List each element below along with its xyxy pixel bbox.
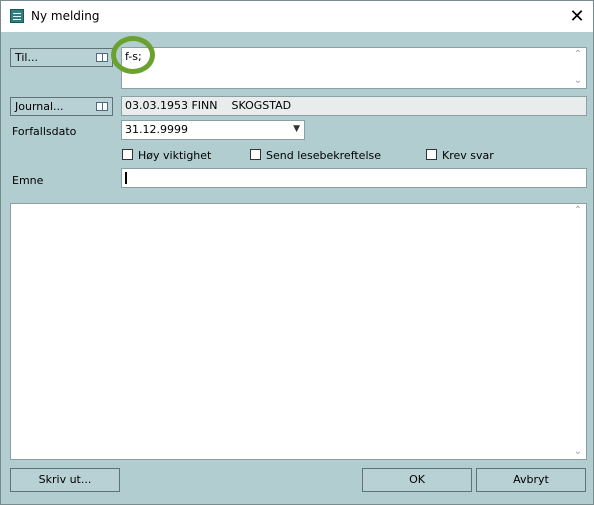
annotation-highlight-circle	[111, 36, 155, 74]
journal-button[interactable]: Journal...	[10, 97, 113, 116]
message-dialog: Ny melding ✕ Til... f-s; ⌃ ⌄ Journal... …	[0, 0, 594, 505]
print-button[interactable]: Skriv ut...	[10, 468, 120, 492]
journal-field-value: 03.03.1953 FINN SKOGSTAD	[125, 99, 292, 112]
due-date-value: 31.12.9999	[125, 123, 188, 136]
scroll-down-icon[interactable]: ⌄	[570, 74, 586, 88]
body-scrollbar[interactable]: ⌃ ⌄	[570, 204, 586, 459]
cancel-button[interactable]: Avbryt	[476, 468, 586, 492]
close-button[interactable]: ✕	[561, 1, 593, 32]
read-receipt-checkbox[interactable]	[250, 149, 261, 160]
require-reply-option[interactable]: Krev svar	[426, 149, 494, 163]
high-importance-option[interactable]: Høy viktighet	[122, 149, 211, 163]
chevron-down-icon[interactable]: ▼	[293, 124, 300, 134]
read-receipt-label: Send lesebekreftelse	[266, 149, 382, 162]
scroll-up-icon[interactable]: ⌃	[570, 48, 586, 62]
title-bar: Ny melding ✕	[1, 1, 593, 32]
app-icon	[10, 9, 24, 23]
scroll-down-icon[interactable]: ⌄	[570, 445, 586, 459]
require-reply-checkbox[interactable]	[426, 149, 437, 160]
to-field-scrollbar[interactable]: ⌃ ⌄	[570, 48, 586, 88]
to-button[interactable]: Til...	[10, 48, 113, 67]
address-book-icon	[96, 53, 108, 62]
high-importance-checkbox[interactable]	[122, 149, 133, 160]
due-date-label: Forfallsdato	[12, 125, 77, 138]
message-body[interactable]: ⌃ ⌄	[10, 203, 587, 460]
to-field[interactable]: f-s; ⌃ ⌄	[121, 47, 587, 89]
scroll-up-icon[interactable]: ⌃	[570, 204, 586, 218]
ok-button[interactable]: OK	[362, 468, 472, 492]
require-reply-label: Krev svar	[442, 149, 494, 162]
read-receipt-option[interactable]: Send lesebekreftelse	[250, 149, 381, 163]
due-date-dropdown[interactable]: 31.12.9999 ▼	[121, 120, 305, 140]
subject-input[interactable]	[121, 168, 587, 188]
high-importance-label: Høy viktighet	[138, 149, 212, 162]
to-button-label: Til...	[15, 51, 38, 64]
text-caret	[125, 172, 127, 184]
subject-label: Emne	[12, 174, 44, 187]
window-title: Ny melding	[31, 9, 100, 23]
journal-book-icon	[96, 102, 108, 111]
journal-button-label: Journal...	[15, 100, 64, 113]
journal-field: 03.03.1953 FINN SKOGSTAD	[121, 96, 587, 116]
